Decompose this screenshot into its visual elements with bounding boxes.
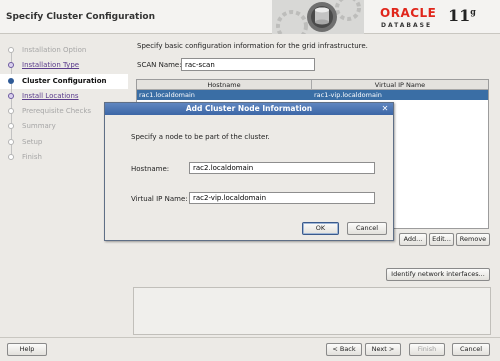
table-row[interactable]: rac1.localdomain rac1-vip.localdomain xyxy=(137,90,488,100)
version-suffix: g xyxy=(470,6,476,17)
vip-name-input[interactable] xyxy=(189,192,375,204)
identify-network-interfaces-button[interactable]: Identify network interfaces... xyxy=(386,268,490,281)
scan-name-label: SCAN Name: xyxy=(137,61,182,69)
add-node-dialog: Add Cluster Node Information ✕ Specify a… xyxy=(104,102,394,241)
cancel-button[interactable]: Cancel xyxy=(452,343,490,356)
hostname-input[interactable] xyxy=(189,162,375,174)
scan-name-input[interactable] xyxy=(181,58,315,71)
step-label: Installation Option xyxy=(22,46,87,54)
version-logo: 11g xyxy=(448,6,476,25)
cell-hostname: rac1.localdomain xyxy=(139,91,195,99)
dialog-title-bar[interactable]: Add Cluster Node Information xyxy=(105,103,393,115)
footer-divider xyxy=(0,337,500,338)
step-installation-option: Installation Option xyxy=(0,43,128,63)
step-label: Prerequisite Checks xyxy=(22,107,92,116)
cell-vip: rac1-vip.localdomain xyxy=(314,91,382,99)
step-cluster-configuration: Cluster Configuration xyxy=(0,73,128,94)
step-installation-type[interactable]: Installation Type xyxy=(0,58,128,79)
database-wordmark: DATABASE xyxy=(381,22,433,29)
message-panel xyxy=(133,287,491,335)
hostname-label: Hostname: xyxy=(131,165,170,173)
step-label: Finish xyxy=(22,153,42,162)
remove-button[interactable]: Remove xyxy=(456,233,490,246)
dialog-title: Add Cluster Node Information xyxy=(185,104,313,113)
add-button[interactable]: Add... xyxy=(399,233,427,246)
vip-name-label: Virtual IP Name: xyxy=(131,195,188,203)
finish-button[interactable]: Finish xyxy=(409,343,445,356)
close-icon[interactable]: ✕ xyxy=(380,104,390,114)
intro-text: Specify basic configuration information … xyxy=(137,42,368,50)
column-header-vip[interactable]: Virtual IP Name xyxy=(312,80,488,90)
step-label: Setup xyxy=(22,137,43,146)
step-dot-icon xyxy=(8,154,14,161)
dialog-cancel-button[interactable]: Cancel xyxy=(347,222,387,235)
step-label: Install Locations xyxy=(22,91,79,100)
column-header-hostname[interactable]: Hostname xyxy=(137,80,312,90)
page-title: Specify Cluster Configuration xyxy=(6,12,156,22)
help-button[interactable]: Help xyxy=(7,343,47,356)
gears-graphic xyxy=(272,0,364,34)
oracle-logo: ORACLE xyxy=(380,6,437,20)
step-label: Cluster Configuration xyxy=(22,76,107,85)
step-label: Summary xyxy=(22,122,56,131)
edit-button[interactable]: Edit... xyxy=(429,233,454,246)
version-number: 11 xyxy=(448,6,471,25)
dialog-description: Specify a node to be part of the cluster… xyxy=(131,133,270,141)
ok-button[interactable]: OK xyxy=(302,222,339,235)
back-button[interactable]: < Back xyxy=(326,343,362,356)
step-label: Installation Type xyxy=(22,61,80,70)
next-button[interactable]: Next > xyxy=(365,343,401,356)
